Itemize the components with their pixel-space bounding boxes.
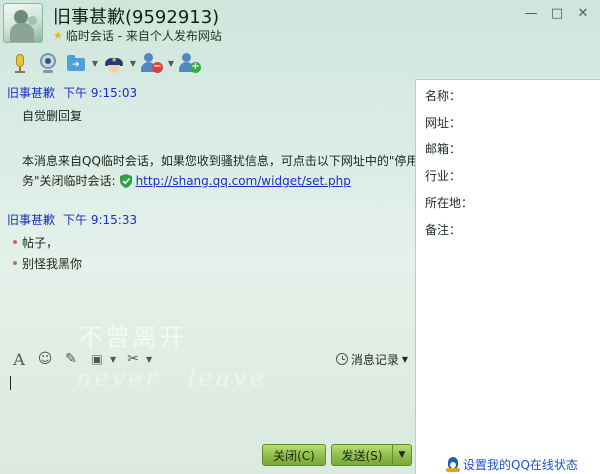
message-sender: 旧事甚歉 xyxy=(7,213,56,227)
report-button[interactable]: ★ xyxy=(100,50,128,76)
send-button[interactable]: 发送(S) xyxy=(331,444,393,466)
avatar[interactable] xyxy=(3,3,43,43)
user-add-icon: + xyxy=(179,52,201,74)
subtitle-text: 临时会话 - 来自个人发布网站 xyxy=(65,29,222,43)
image-dropdown[interactable]: ▼ xyxy=(110,355,120,364)
message-header: 旧事甚歉 下午 9:15:33 xyxy=(7,211,137,228)
voice-call-button[interactable] xyxy=(6,50,34,76)
info-field-name: 名称： xyxy=(425,89,462,103)
microphone-icon xyxy=(9,52,31,74)
block-user-dropdown[interactable]: ▼ xyxy=(166,50,176,76)
webcam-icon xyxy=(37,52,59,74)
system-notice: 本消息来自QQ临时会话，如果您收到骚扰信息，可点击以下网址中的"停用服 xyxy=(22,154,431,168)
font-button[interactable]: A xyxy=(6,349,32,369)
minimize-button[interactable]: — xyxy=(518,3,544,23)
message-history[interactable]: 旧事甚歉 下午 9:15:03 自觉删回复 本消息来自QQ临时会话，如果您收到骚扰… xyxy=(0,80,430,346)
set-online-status-link[interactable]: 设置我的QQ在线状态 xyxy=(446,456,578,473)
emoji-button[interactable]: ☺ xyxy=(32,349,58,369)
qq-penguin-icon xyxy=(446,457,460,472)
image-icon: ▣ xyxy=(91,352,103,366)
bullet-dot xyxy=(13,240,17,244)
system-notice-continued: 务"关闭临时会话: http://shang.qq.com/widget/set.… xyxy=(22,172,351,189)
message-sender: 旧事甚歉 xyxy=(7,86,56,100)
shield-check-icon xyxy=(119,174,132,188)
info-field-industry: 行业： xyxy=(425,169,462,183)
close-button[interactable]: 关闭(C) xyxy=(262,444,326,466)
message-header: 旧事甚歉 下午 9:15:03 xyxy=(7,84,137,101)
video-call-button[interactable] xyxy=(34,50,62,76)
contact-name[interactable]: 旧事甚歉(9592913) xyxy=(53,3,219,29)
screenshot-button[interactable]: ✂ xyxy=(120,349,146,369)
message-time: 下午 9:15:33 xyxy=(63,213,138,227)
info-field-location: 所在地： xyxy=(425,196,474,210)
text-cursor xyxy=(10,376,11,390)
image-button[interactable]: ▣ xyxy=(84,349,110,369)
folder-transfer-icon: ➜ xyxy=(65,52,87,74)
close-window-button[interactable]: ✕ xyxy=(570,3,596,23)
doodle-button[interactable]: ✎ xyxy=(58,349,84,369)
star-icon: ★ xyxy=(53,29,63,42)
smiley-icon: ☺ xyxy=(37,351,53,367)
input-toolbar: A ☺ ✎ ▣ ▼ ✂ ▼ 消息记录 ▼ xyxy=(0,348,412,370)
message-time: 下午 9:15:03 xyxy=(63,86,138,100)
info-field-website: 网址： xyxy=(425,116,462,130)
disable-temp-session-link[interactable]: http://shang.qq.com/widget/set.php xyxy=(136,174,351,188)
police-icon: ★ xyxy=(103,52,125,74)
panel-footer: 设置我的QQ在线状态 xyxy=(415,442,600,474)
title-bar: 旧事甚歉(9592913) ★ 临时会话 - 来自个人发布网站 — □ ✕ xyxy=(0,0,600,46)
block-user-button[interactable]: − xyxy=(138,50,166,76)
message-input[interactable] xyxy=(4,372,410,438)
screenshot-dropdown[interactable]: ▼ xyxy=(146,355,156,364)
send-file-dropdown[interactable]: ▼ xyxy=(90,50,100,76)
maximize-button[interactable]: □ xyxy=(544,3,570,23)
chat-window: 旧事甚歉(9592913) ★ 临时会话 - 来自个人发布网站 — □ ✕ ➜ … xyxy=(0,0,600,474)
scissors-icon: ✂ xyxy=(127,351,139,367)
send-options-dropdown[interactable]: ▼ xyxy=(392,444,412,466)
send-file-button[interactable]: ➜ xyxy=(62,50,90,76)
message-text: 帖子， xyxy=(22,236,59,250)
history-label: 消息记录 xyxy=(350,352,399,367)
info-field-notes: 备注： xyxy=(425,223,462,237)
bullet-dot xyxy=(13,261,17,265)
window-controls: — □ ✕ xyxy=(518,3,596,23)
contact-info-panel: 名称： 网址： 邮箱： 行业： 所在地： 备注： xyxy=(415,79,600,442)
chevron-down-icon: ▼ xyxy=(401,354,408,364)
report-dropdown[interactable]: ▼ xyxy=(128,50,138,76)
add-friend-button[interactable]: + xyxy=(176,50,204,76)
font-a-icon: A xyxy=(13,349,25,369)
message-text: 自觉删回复 xyxy=(22,109,83,123)
clock-icon xyxy=(335,353,348,365)
chevron-down-icon: ▼ xyxy=(398,450,406,460)
user-remove-icon: − xyxy=(141,52,163,74)
session-subtitle: ★ 临时会话 - 来自个人发布网站 xyxy=(53,27,222,44)
info-field-email: 邮箱： xyxy=(425,142,462,156)
message-text: 别怪我黑你 xyxy=(22,257,83,271)
notice-prefix: 务"关闭临时会话: xyxy=(22,174,116,188)
set-online-status-label: 设置我的QQ在线状态 xyxy=(463,458,578,472)
chat-toolbar: ➜ ▼ ★ ▼ − ▼ + xyxy=(0,48,204,78)
message-history-button[interactable]: 消息记录 ▼ xyxy=(335,348,408,370)
edit-pen-icon: ✎ xyxy=(65,351,77,367)
